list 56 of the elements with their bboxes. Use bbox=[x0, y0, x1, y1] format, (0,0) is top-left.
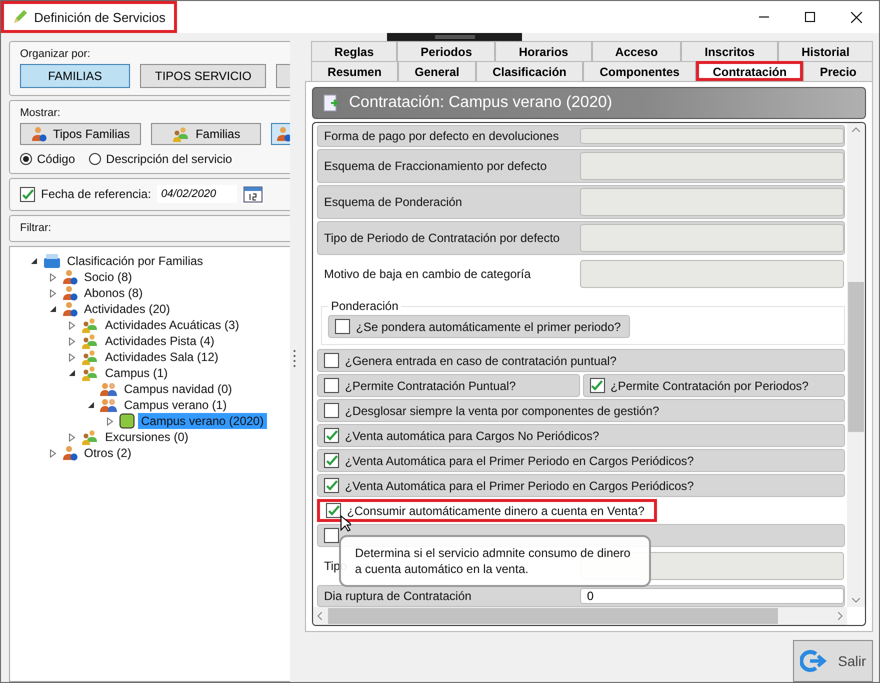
checkbox-label: ¿Se pondera automáticamente el primer periodo? bbox=[356, 320, 621, 334]
tab[interactable]: Precio bbox=[803, 61, 874, 81]
tree-item[interactable]: Abonos (8) bbox=[81, 285, 146, 301]
checkbox-label: ¿Venta Automática para el Primer Periodo en Cargos Periódicos? bbox=[345, 478, 694, 492]
tab[interactable]: Contratación bbox=[696, 61, 804, 81]
window-title: Definición de Servicios bbox=[1, 1, 177, 33]
field-label: Tipo de Periodo de Contratación por defecto bbox=[324, 231, 560, 245]
field-label: Forma de pago por defecto en devoluciones bbox=[324, 129, 559, 143]
group-title: Ponderación bbox=[330, 299, 400, 313]
checkbox-label: ¿Permite Contratación Puntual? bbox=[345, 378, 516, 392]
tab[interactable]: Clasificación bbox=[476, 61, 584, 81]
tab[interactable]: Componentes bbox=[583, 61, 696, 81]
radio-option[interactable]: Descripción del servicio bbox=[89, 152, 232, 166]
tree-item[interactable]: Campus (1) bbox=[102, 365, 171, 381]
tree-item[interactable]: Campus navidad (0) bbox=[121, 381, 236, 397]
checkbox-label: ¿Venta automática para Cargos No Periódicos? bbox=[345, 428, 600, 442]
organize-button[interactable]: TIPOS SERVICIO bbox=[140, 64, 266, 88]
tree-item[interactable]: Actividades Sala (12) bbox=[102, 349, 222, 365]
tree-item[interactable]: Campus verano (2020) bbox=[138, 413, 267, 429]
tab[interactable]: Periodos bbox=[397, 41, 496, 61]
section-header: Contratación: Campus verano (2020) bbox=[312, 87, 866, 119]
checkbox-label: ¿Consumir automáticamente dinero a cuenta en Venta? bbox=[347, 504, 645, 518]
show-button[interactable]: Familias bbox=[150, 123, 261, 145]
section-label: Filtrar: bbox=[20, 222, 52, 234]
tree-item[interactable]: Excursiones (0) bbox=[102, 429, 192, 445]
tree-item[interactable]: Socio (8) bbox=[81, 269, 136, 285]
checkbox-label: ¿Venta Automática para el Primer Periodo en Cargos Periódicos? bbox=[345, 454, 694, 468]
tree-item[interactable]: Actividades Pista (4) bbox=[102, 333, 218, 349]
tree-item[interactable]: Actividades Acuáticas (3) bbox=[102, 317, 242, 333]
section-label: Mostrar: bbox=[20, 107, 62, 119]
organize-button[interactable]: FAMILIAS bbox=[20, 64, 130, 88]
date-field[interactable]: 04/02/2020 bbox=[157, 185, 238, 203]
field-label: Esquema de Fraccionamiento por defecto bbox=[324, 159, 547, 173]
tab[interactable]: Resumen bbox=[311, 61, 398, 81]
field-label: Dia ruptura de Contratación bbox=[324, 589, 472, 603]
checkbox-label: Fecha de referencia: bbox=[41, 187, 152, 201]
tab[interactable]: Inscritos bbox=[681, 41, 778, 61]
tree-item[interactable]: Clasificación por Familias bbox=[64, 253, 206, 269]
field-label: Esquema de Ponderación bbox=[324, 195, 462, 209]
radio-option[interactable]: Código bbox=[20, 152, 76, 166]
tab[interactable]: General bbox=[398, 61, 476, 81]
field-label: Motivo de baja en cambio de categoría bbox=[324, 267, 531, 281]
checkbox-label: ¿Desglosar siempre la venta por componentes de gestión? bbox=[345, 404, 660, 418]
exit-button[interactable]: Salir bbox=[793, 640, 873, 682]
show-button[interactable]: Tipos Familias bbox=[20, 123, 141, 145]
tab[interactable]: Historial bbox=[778, 41, 873, 61]
checkbox-label: ¿Permite Contratación por Periodos? bbox=[610, 378, 809, 392]
checkbox-label: ¿Genera entrada en caso de contratación puntual? bbox=[345, 354, 617, 368]
input-field[interactable]: 0 bbox=[580, 588, 844, 604]
section-label: Organizar por: bbox=[20, 48, 92, 60]
tab[interactable]: Acceso bbox=[592, 41, 682, 61]
tree-item[interactable]: Actividades (20) bbox=[81, 301, 174, 317]
tree-item[interactable]: Campus verano (1) bbox=[121, 397, 230, 413]
tree-item[interactable]: Otros (2) bbox=[81, 445, 134, 461]
tab[interactable]: Horarios bbox=[495, 41, 592, 61]
tab[interactable]: Reglas bbox=[311, 41, 398, 61]
